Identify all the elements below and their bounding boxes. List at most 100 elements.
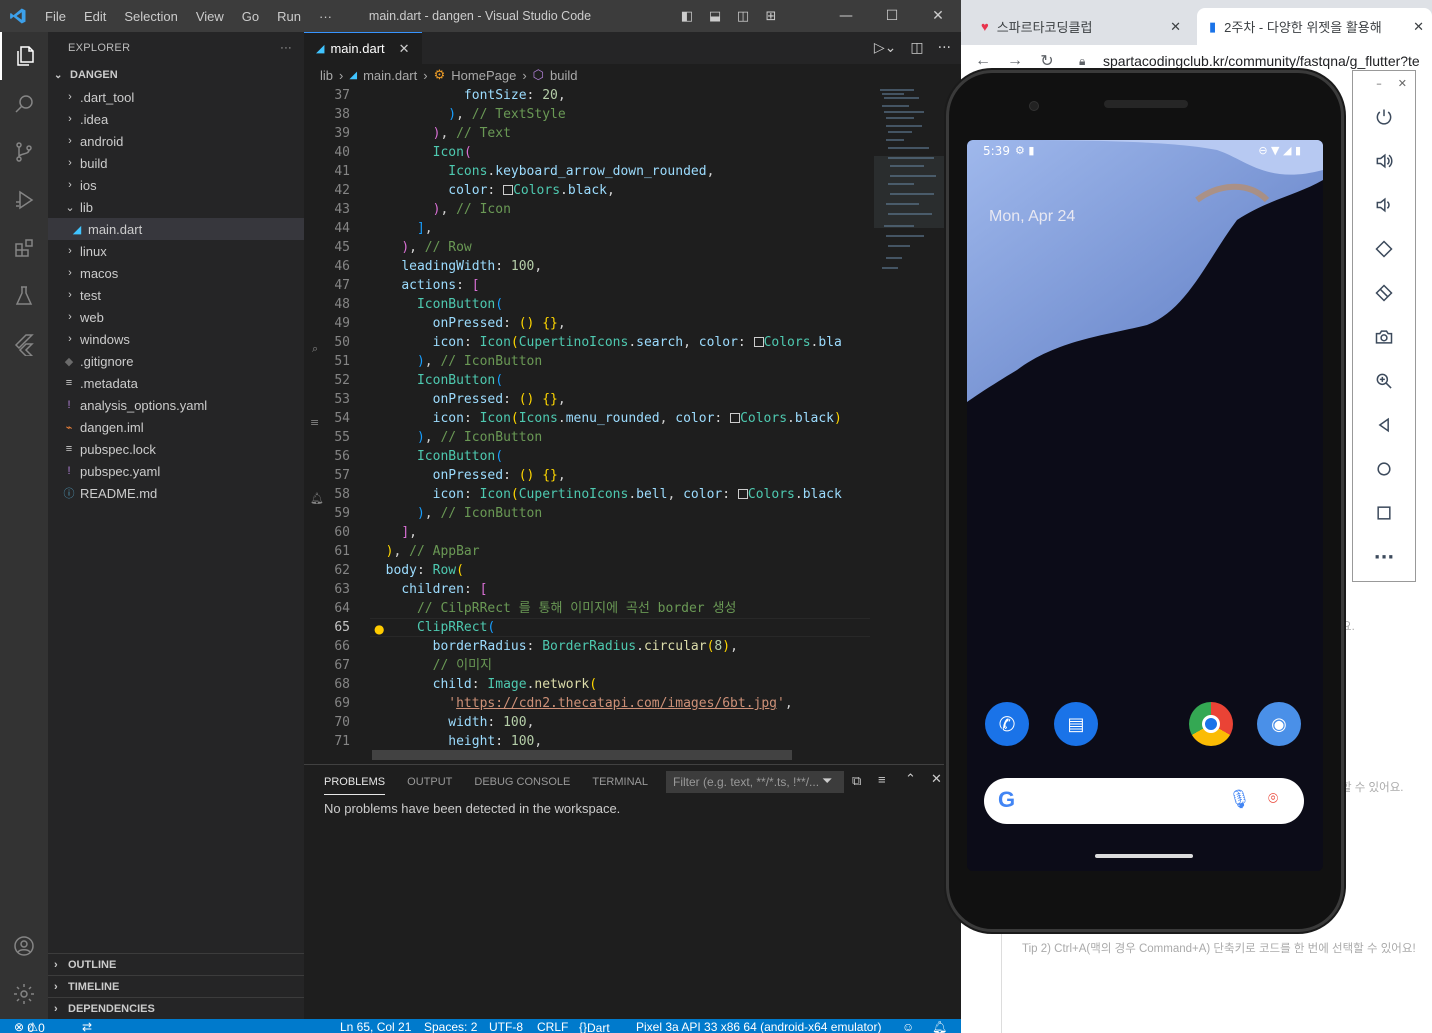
- run-file-icon[interactable]: ▷⌄: [874, 40, 897, 56]
- tree-item[interactable]: ◢ main.dart: [48, 218, 304, 240]
- back-icon[interactable]: [1353, 403, 1415, 447]
- live-share-icon[interactable]: ⇄: [82, 1020, 92, 1033]
- home-icon[interactable]: [1353, 447, 1415, 491]
- volume-down-icon[interactable]: [1353, 183, 1415, 227]
- outline-section[interactable]: › OUTLINE: [48, 953, 304, 975]
- minimize-button[interactable]: —: [823, 8, 869, 24]
- tree-item[interactable]: › ios: [48, 174, 304, 196]
- menu-item-edit[interactable]: Edit: [75, 9, 115, 24]
- emulator-close-icon[interactable]: ✕: [1398, 77, 1407, 90]
- lens-icon[interactable]: ⌾: [1268, 789, 1278, 809]
- tree-item[interactable]: › linux: [48, 240, 304, 262]
- tree-item[interactable]: ◆ .gitignore: [48, 350, 304, 372]
- volume-up-icon[interactable]: [1353, 139, 1415, 183]
- tab-problems[interactable]: PROBLEMS: [324, 769, 386, 795]
- rotate-right-icon[interactable]: [1353, 271, 1415, 315]
- close-tab-icon[interactable]: ✕: [1170, 19, 1181, 35]
- editor-more-icon[interactable]: ···: [938, 40, 951, 56]
- line-ending[interactable]: CRLF: [537, 1020, 568, 1033]
- feedback-icon[interactable]: ☺: [902, 1020, 914, 1033]
- back-icon[interactable]: ←: [967, 52, 999, 70]
- flutter-icon[interactable]: [0, 320, 48, 368]
- gesture-nav-bar[interactable]: [1095, 854, 1193, 858]
- browser-tab-2[interactable]: ▮ 2주차 - 다양한 위젯을 활용해 ✕: [1197, 8, 1432, 45]
- testing-icon[interactable]: [0, 272, 48, 320]
- rotate-left-icon[interactable]: [1353, 227, 1415, 271]
- indentation[interactable]: Spaces: 2: [424, 1020, 477, 1033]
- toggle-panel-icon[interactable]: ⬓: [701, 9, 729, 24]
- project-folder[interactable]: ⌄ DANGEN: [48, 64, 304, 86]
- reload-icon[interactable]: ↻: [1031, 51, 1063, 71]
- tree-item[interactable]: › macos: [48, 262, 304, 284]
- tab-terminal[interactable]: TERMINAL: [592, 776, 648, 788]
- breadcrumb-file[interactable]: main.dart: [363, 68, 417, 83]
- notifications-icon[interactable]: 🔔︎: [932, 1020, 947, 1033]
- search-icon[interactable]: [0, 80, 48, 128]
- filter-icon[interactable]: ⏷: [822, 773, 832, 789]
- tree-item[interactable]: › .dart_tool: [48, 86, 304, 108]
- explorer-icon[interactable]: [0, 32, 48, 80]
- problems-status[interactable]: ⊗ 0 ⚠ 0: [14, 1020, 45, 1033]
- tab-debug-console[interactable]: DEBUG CONSOLE: [474, 776, 570, 788]
- close-window-button[interactable]: ✕: [915, 8, 961, 24]
- breadcrumb-class[interactable]: HomePage: [451, 68, 516, 83]
- maximize-panel-icon[interactable]: ⌃: [905, 771, 916, 787]
- zoom-icon[interactable]: [1353, 359, 1415, 403]
- language-mode[interactable]: {} Dart: [579, 1020, 610, 1033]
- settings-gear-icon[interactable]: [0, 970, 48, 1018]
- view-as-list-icon[interactable]: ≡: [878, 772, 886, 787]
- tab-main-dart[interactable]: ◢ main.dart ✕: [304, 32, 422, 64]
- tree-item[interactable]: ! pubspec.yaml: [48, 460, 304, 482]
- run-debug-icon[interactable]: [0, 176, 48, 224]
- tree-item[interactable]: ≡ pubspec.lock: [48, 438, 304, 460]
- maximize-button[interactable]: ☐: [869, 8, 915, 24]
- menu-item-selection[interactable]: Selection: [115, 9, 186, 24]
- messages-app-icon[interactable]: ▤: [1054, 702, 1098, 746]
- close-tab-icon[interactable]: ✕: [399, 41, 410, 57]
- cursor-position[interactable]: Ln 65, Col 21: [340, 1020, 411, 1033]
- lightbulb-icon[interactable]: ●: [374, 622, 384, 636]
- problems-filter-input[interactable]: Filter (e.g. text, **/*.ts, !**/...: [666, 771, 844, 793]
- tree-item[interactable]: › web: [48, 306, 304, 328]
- menu-item-file[interactable]: File: [36, 9, 75, 24]
- emulator-minimize-icon[interactable]: –: [1376, 77, 1382, 90]
- camera-app-icon[interactable]: ◉: [1257, 702, 1301, 746]
- code-editor[interactable]: 37 38 39 40 41 42 43 44 45 46 47 48 49 50 51 52 53 54 55 56…: [304, 86, 961, 764]
- tree-item[interactable]: ! analysis_options.yaml: [48, 394, 304, 416]
- accounts-icon[interactable]: [0, 922, 48, 970]
- minimap[interactable]: [874, 86, 949, 276]
- chrome-app-icon[interactable]: [1189, 702, 1233, 746]
- menu-item-more[interactable]: ···: [310, 9, 341, 24]
- forward-icon[interactable]: →: [999, 52, 1031, 70]
- more-options-icon[interactable]: ···: [1353, 535, 1415, 579]
- encoding[interactable]: UTF-8: [489, 1020, 523, 1033]
- close-panel-icon[interactable]: ✕: [931, 771, 942, 787]
- screenshot-camera-icon[interactable]: [1353, 315, 1415, 359]
- dependencies-section[interactable]: › DEPENDENCIES: [48, 997, 304, 1019]
- overview-icon[interactable]: [1353, 491, 1415, 535]
- tree-item[interactable]: › android: [48, 130, 304, 152]
- toggle-sidebar-icon[interactable]: ◧: [673, 9, 701, 24]
- device-selector[interactable]: Pixel 3a API 33 x86 64 (android-x64 emul…: [636, 1020, 881, 1033]
- google-search-bar[interactable]: G 🎙︎ ⌾: [984, 778, 1304, 824]
- tree-item[interactable]: › windows: [48, 328, 304, 350]
- tree-item[interactable]: ≡ .metadata: [48, 372, 304, 394]
- voice-search-icon[interactable]: 🎙︎: [1228, 789, 1251, 810]
- menu-item-view[interactable]: View: [187, 9, 233, 24]
- customize-layout-icon[interactable]: ⊞: [757, 9, 785, 24]
- timeline-section[interactable]: › TIMELINE: [48, 975, 304, 997]
- extensions-icon[interactable]: [0, 224, 48, 272]
- phone-screen[interactable]: 5:39 ⚙ ▮ ⊖ ▼ ◢ ▮ Mon, Apr 24 ✆ ▤ ◉ G 🎙︎ …: [967, 140, 1323, 871]
- more-actions-icon[interactable]: ···: [280, 42, 292, 54]
- toggle-secondary-sidebar-icon[interactable]: ◫: [729, 9, 757, 24]
- split-editor-icon[interactable]: ◫: [910, 40, 923, 56]
- collapse-all-icon[interactable]: ⧉: [852, 773, 861, 789]
- menu-item-run[interactable]: Run: [268, 9, 310, 24]
- browser-tab-1[interactable]: ♥ 스파르타코딩클럽 ✕: [969, 8, 1189, 45]
- tree-item[interactable]: › .idea: [48, 108, 304, 130]
- tree-item[interactable]: › test: [48, 284, 304, 306]
- tree-item[interactable]: ⓘ README.md: [48, 482, 304, 504]
- tree-item[interactable]: ⌄ lib: [48, 196, 304, 218]
- tree-item[interactable]: › build: [48, 152, 304, 174]
- phone-app-icon[interactable]: ✆: [985, 702, 1029, 746]
